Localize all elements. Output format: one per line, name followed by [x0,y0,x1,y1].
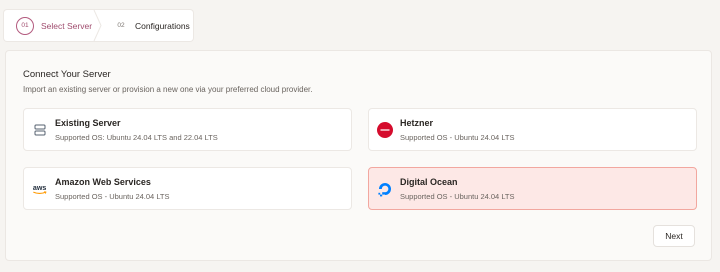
step-configurations[interactable]: 02 Configurations [112,10,190,41]
step-number: 02 [117,22,125,29]
stepper: 01 Select Server 02 Configurations [4,10,193,41]
step-label: Configurations [135,20,190,31]
option-hetzner[interactable]: Hetzner Supported OS - Ubuntu 24.04 LTS [368,108,697,151]
option-title: Existing Server [55,118,121,128]
step-label: Select Server [41,20,93,31]
option-description: Supported OS - Ubuntu 24.04 LTS [55,192,170,201]
option-description: Supported OS - Ubuntu 24.04 LTS [400,192,515,201]
next-button[interactable]: Next [653,225,695,247]
option-existing-server[interactable]: Existing Server Supported OS: Ubuntu 24.… [23,108,352,151]
option-title: Digital Ocean [400,177,458,187]
hetzner-logo-icon [377,122,393,138]
option-digital-ocean[interactable]: Digital Ocean Supported OS - Ubuntu 24.0… [368,167,697,210]
page-subtitle: Import an existing server or provision a… [23,85,313,94]
option-description: Supported OS - Ubuntu 24.04 LTS [400,133,515,142]
svg-text:aws: aws [33,184,46,192]
connect-server-panel: Connect Your Server Import an existing s… [5,50,712,261]
option-title: Hetzner [400,118,434,128]
step-number: 01 [16,16,34,35]
step-select-server[interactable]: 01 Select Server [16,10,92,41]
option-title: Amazon Web Services [55,177,151,187]
aws-logo-icon: aws [32,181,48,197]
page-title: Connect Your Server [23,69,111,80]
option-description: Supported OS: Ubuntu 24.04 LTS and 22.04… [55,133,218,142]
chevron-right-icon [93,10,102,41]
digitalocean-logo-icon [377,181,393,197]
server-icon [32,122,48,138]
option-aws[interactable]: aws Amazon Web Services Supported OS - U… [23,167,352,210]
